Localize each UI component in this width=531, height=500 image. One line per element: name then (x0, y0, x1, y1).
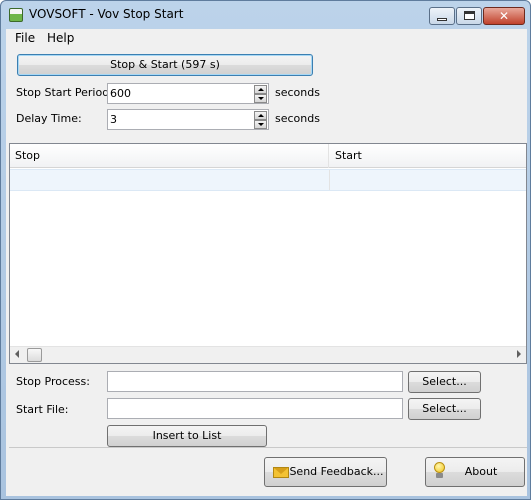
maximize-icon (463, 11, 475, 20)
app-window: VOVSOFT - Vov Stop Start ✕ File Help Sto… (0, 0, 531, 500)
delay-spin-down[interactable] (254, 120, 267, 129)
menu-file[interactable]: File (12, 31, 38, 45)
start-file-input[interactable] (108, 399, 402, 418)
scroll-left-icon[interactable] (15, 350, 19, 358)
minimize-button[interactable] (429, 7, 455, 25)
close-button[interactable]: ✕ (483, 7, 525, 25)
app-icon (9, 8, 23, 22)
horizontal-scrollbar[interactable] (10, 346, 526, 363)
column-header-stop[interactable]: Stop (10, 144, 329, 168)
minimize-icon (437, 18, 447, 21)
stop-process-input[interactable] (108, 372, 402, 391)
insert-to-list-button[interactable]: Insert to List (107, 425, 267, 447)
send-feedback-button[interactable]: Send Feedback... (264, 457, 387, 487)
delay-input[interactable] (110, 112, 250, 127)
delay-unit: seconds (275, 112, 320, 125)
list-header: Stop Start (10, 144, 526, 168)
stop-start-button[interactable]: Stop & Start (597 s) (17, 54, 313, 76)
period-input[interactable] (110, 86, 250, 101)
menu-help[interactable]: Help (44, 31, 77, 45)
close-icon: ✕ (498, 9, 510, 23)
about-button[interactable]: About (425, 457, 525, 487)
delay-spin-up[interactable] (254, 111, 267, 120)
window-title: VOVSOFT - Vov Stop Start (29, 7, 184, 21)
column-header-start[interactable]: Start (330, 144, 526, 168)
bottom-panel: Send Feedback... About (9, 447, 527, 493)
period-spin-down[interactable] (254, 94, 267, 103)
period-unit: seconds (275, 86, 320, 99)
period-label: Stop Start Period: (16, 86, 113, 99)
arrow-up-icon (258, 88, 264, 91)
list-row[interactable] (10, 169, 526, 191)
arrow-up-icon (258, 114, 264, 117)
delay-spinner[interactable] (107, 109, 269, 130)
menu-bar: File Help (6, 29, 527, 49)
delay-label: Delay Time: (16, 112, 82, 125)
process-list[interactable]: Stop Start (9, 143, 527, 364)
scroll-thumb[interactable] (27, 348, 42, 362)
stop-process-label: Stop Process: (16, 375, 90, 388)
arrow-down-icon (258, 97, 264, 100)
send-feedback-label: Send Feedback... (289, 465, 384, 478)
title-bar[interactable]: VOVSOFT - Vov Stop Start ✕ (1, 1, 530, 29)
client-area: File Help Stop & Start (597 s) Stop Star… (6, 29, 527, 496)
select-stop-process-button[interactable]: Select... (408, 371, 481, 393)
period-spinner[interactable] (107, 83, 269, 104)
lightbulb-icon (433, 462, 445, 479)
stop-process-field[interactable] (107, 371, 403, 392)
envelope-icon (273, 467, 289, 478)
select-start-file-button[interactable]: Select... (408, 398, 481, 420)
about-label: About (464, 465, 498, 478)
maximize-button[interactable] (456, 7, 482, 25)
start-file-field[interactable] (107, 398, 403, 419)
scroll-right-icon[interactable] (517, 350, 521, 358)
row-divider (329, 170, 330, 190)
arrow-down-icon (258, 123, 264, 126)
period-spin-up[interactable] (254, 85, 267, 94)
start-file-label: Start File: (16, 403, 69, 416)
